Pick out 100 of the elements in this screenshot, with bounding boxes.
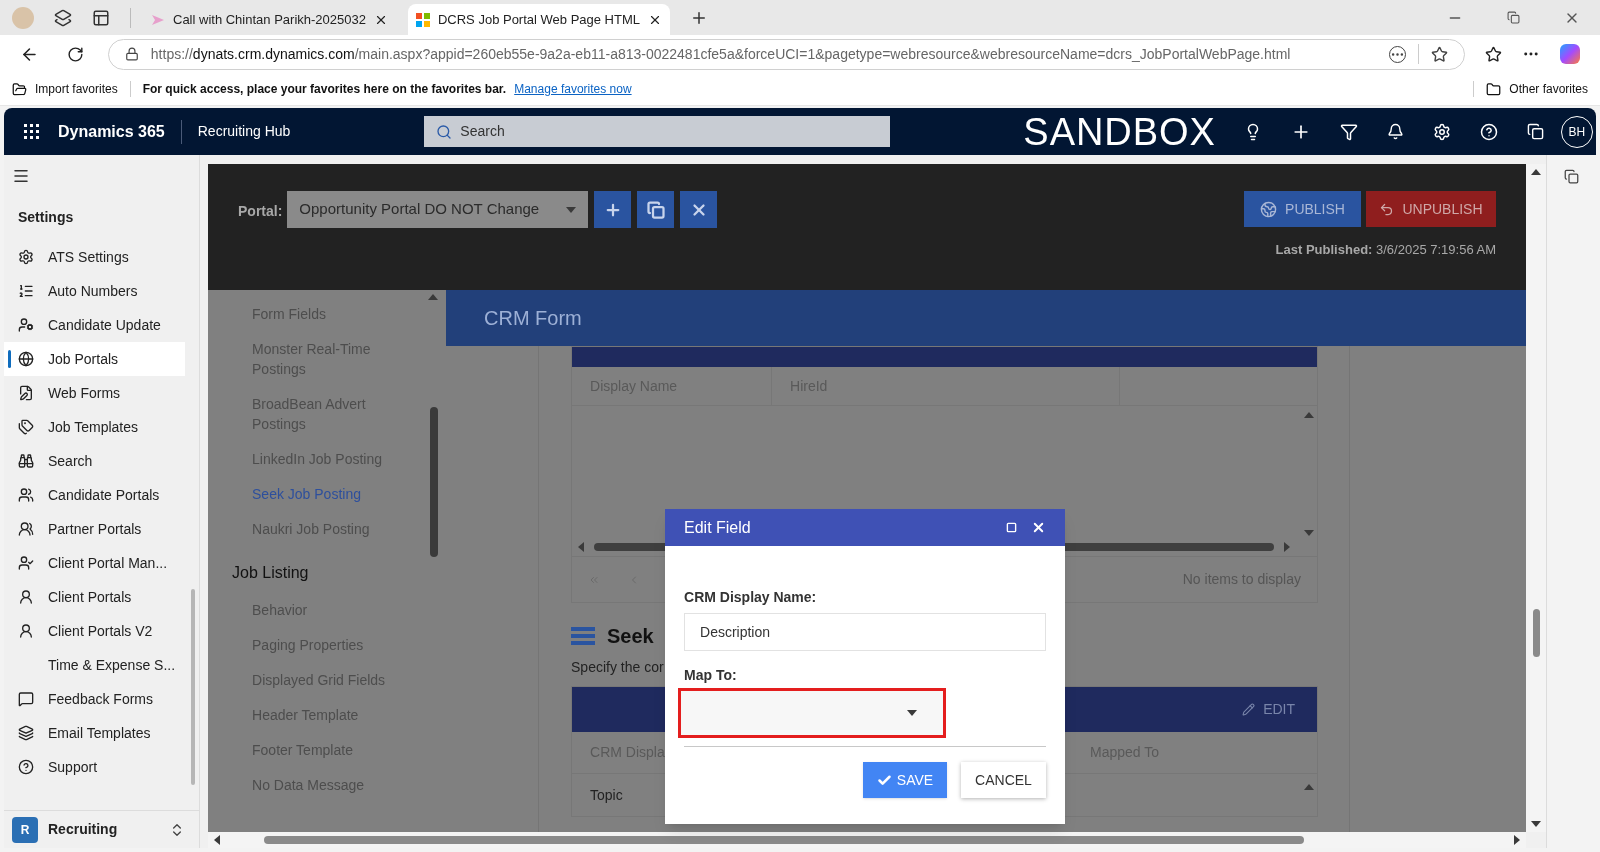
- sidebar-item[interactable]: ATS Settings: [4, 240, 185, 274]
- search-field[interactable]: Search: [424, 116, 891, 147]
- other-favorites-link[interactable]: Other favorites: [1509, 80, 1588, 98]
- app-launcher-icon[interactable]: [23, 124, 39, 139]
- scroll-right-icon[interactable]: [1512, 835, 1522, 845]
- import-favorites-link[interactable]: Import favorites: [35, 80, 118, 98]
- manage-favorites-link[interactable]: Manage favorites now: [514, 80, 632, 98]
- restore-icon[interactable]: [1507, 11, 1520, 24]
- copy-portal-button[interactable]: [637, 191, 675, 228]
- gear-icon: [18, 249, 34, 265]
- sidebar-item[interactable]: Partner Portals: [4, 512, 185, 546]
- favorite-star-icon[interactable]: [1431, 45, 1449, 63]
- tag-icon: [18, 419, 34, 435]
- sidebar-item[interactable]: Candidate Portals: [4, 478, 185, 512]
- user-gear-icon: [18, 317, 34, 333]
- user-icon: [18, 589, 34, 605]
- area-switcher[interactable]: R Recruiting: [4, 810, 199, 848]
- form-banner: CRM Form: [446, 290, 1526, 346]
- table-cell-text: Topic: [589, 785, 623, 805]
- user-check-icon: [18, 555, 34, 571]
- sidebar-item[interactable]: Time & Expense S...: [4, 648, 185, 682]
- app-name[interactable]: Recruiting Hub: [197, 121, 291, 142]
- settings-icon[interactable]: [1432, 122, 1451, 141]
- folder-import-icon: [12, 81, 27, 97]
- workspaces-icon[interactable]: [54, 8, 72, 27]
- scroll-up-icon[interactable]: [1531, 167, 1541, 177]
- browser-tab[interactable]: Call with Chintan Parikh-2025032: [143, 4, 396, 35]
- tab-title: DCRS Job Portal Web Page HTML: [437, 10, 640, 29]
- browser-tab[interactable]: DCRS Job Portal Web Page HTML: [407, 4, 670, 35]
- group-icon: [18, 521, 34, 537]
- section-heading: Job Listing: [232, 563, 309, 583]
- portal-select[interactable]: Opportunity Portal DO NOT Change: [287, 191, 589, 228]
- chat-icon: [18, 691, 34, 707]
- sidebar-item[interactable]: Client Portal Man...: [4, 546, 185, 580]
- publish-button[interactable]: PUBLISH: [1244, 191, 1361, 227]
- scroll-down-icon[interactable]: [1531, 819, 1541, 829]
- close-icon[interactable]: [1031, 520, 1046, 535]
- scrollbar-thumb[interactable]: [191, 589, 195, 785]
- map-to-select[interactable]: [678, 688, 946, 738]
- sidebar-item[interactable]: Candidate Update: [4, 308, 185, 342]
- copy-icon: [646, 200, 665, 219]
- help-icon: [18, 759, 34, 775]
- save-button[interactable]: SAVE: [863, 762, 947, 798]
- menu-icon[interactable]: [12, 167, 30, 185]
- undo-icon: [1379, 201, 1395, 217]
- tab-favicon-icon: [415, 12, 430, 27]
- maximize-icon[interactable]: [1006, 522, 1017, 533]
- checkmark-icon: [876, 772, 892, 788]
- bell-icon[interactable]: [1386, 123, 1404, 140]
- edit-button[interactable]: EDIT: [1242, 699, 1295, 720]
- portal-label: Portal:: [238, 202, 283, 221]
- scrollbar-thumb[interactable]: [1532, 609, 1540, 657]
- field-label: CRM Display Name:: [684, 588, 817, 607]
- search-icon: [436, 123, 453, 140]
- unpublish-button[interactable]: UNPUBLISH: [1366, 191, 1496, 227]
- delete-portal-button[interactable]: [680, 191, 718, 228]
- url-text: https://dynats.crm.dynamics.com/main.aspx?appid=260eb55e-9a2a-eb11-a813-0022481cfe5a&forceUCI=1&pagetype=webresource&webresourceName=dcrs_JobPortalWebPage.html: [150, 44, 1292, 64]
- add-portal-button[interactable]: [594, 191, 632, 228]
- list-icon: [571, 627, 595, 645]
- sidebar-item[interactable]: Job Templates: [4, 410, 185, 444]
- display-name-field[interactable]: Description: [684, 613, 1046, 651]
- numbered-list-icon: [18, 283, 34, 299]
- tab-title: Call with Chintan Parikh-2025032: [173, 10, 366, 29]
- lock-icon: [124, 47, 139, 61]
- environment-name: SANDBOX: [1023, 112, 1216, 151]
- dropdown-caret-icon[interactable]: [907, 708, 917, 718]
- dialog-title: Edit Field: [684, 517, 752, 538]
- scrollbar-thumb[interactable]: [264, 836, 1304, 844]
- favorites-hint: For quick access, place your favorites here on the favorites bar.: [142, 81, 507, 98]
- layers-icon: [18, 725, 34, 741]
- tab-actions-icon[interactable]: [92, 8, 110, 27]
- sidebar-item[interactable]: Web Forms: [4, 376, 185, 410]
- cancel-button[interactable]: CANCEL: [961, 762, 1046, 798]
- form-edit-icon: [18, 385, 34, 401]
- product-name[interactable]: Dynamics 365: [58, 119, 165, 144]
- sidebar-item[interactable]: Auto Numbers: [4, 274, 185, 308]
- search-placeholder: Search: [460, 122, 505, 141]
- folder-icon: [1486, 81, 1502, 97]
- last-published-text: Last Published: 3/6/2025 7:19:56 AM: [1275, 241, 1496, 259]
- sidebar-item[interactable]: Feedback Forms: [4, 682, 185, 716]
- users-icon: [18, 487, 34, 503]
- filter-icon[interactable]: [1339, 122, 1358, 141]
- tab-favicon-icon: [151, 13, 165, 26]
- binoculars-icon: [18, 453, 34, 469]
- user-icon: [18, 623, 34, 639]
- section-title: Seek: [607, 624, 654, 649]
- sidebar-item[interactable]: Search: [4, 444, 185, 478]
- scrollbar-thumb[interactable]: [430, 407, 438, 557]
- sidebar-heading: Settings: [18, 208, 74, 227]
- scroll-left-icon[interactable]: [212, 835, 222, 845]
- section-description: Specify the cor: [571, 658, 664, 677]
- sidebar-item[interactable]: Client Portals V2: [4, 614, 185, 648]
- sidebar-item[interactable]: Client Portals: [4, 580, 185, 614]
- field-label: Map To:: [684, 666, 737, 685]
- help-icon[interactable]: [1479, 122, 1498, 141]
- refresh-icon[interactable]: [66, 45, 84, 63]
- sidebar-item[interactable]: Email Templates: [4, 716, 185, 750]
- sidebar-item[interactable]: Job Portals: [4, 342, 185, 376]
- favorites-icon[interactable]: [1485, 45, 1503, 63]
- sidebar-item[interactable]: Support: [4, 750, 185, 784]
